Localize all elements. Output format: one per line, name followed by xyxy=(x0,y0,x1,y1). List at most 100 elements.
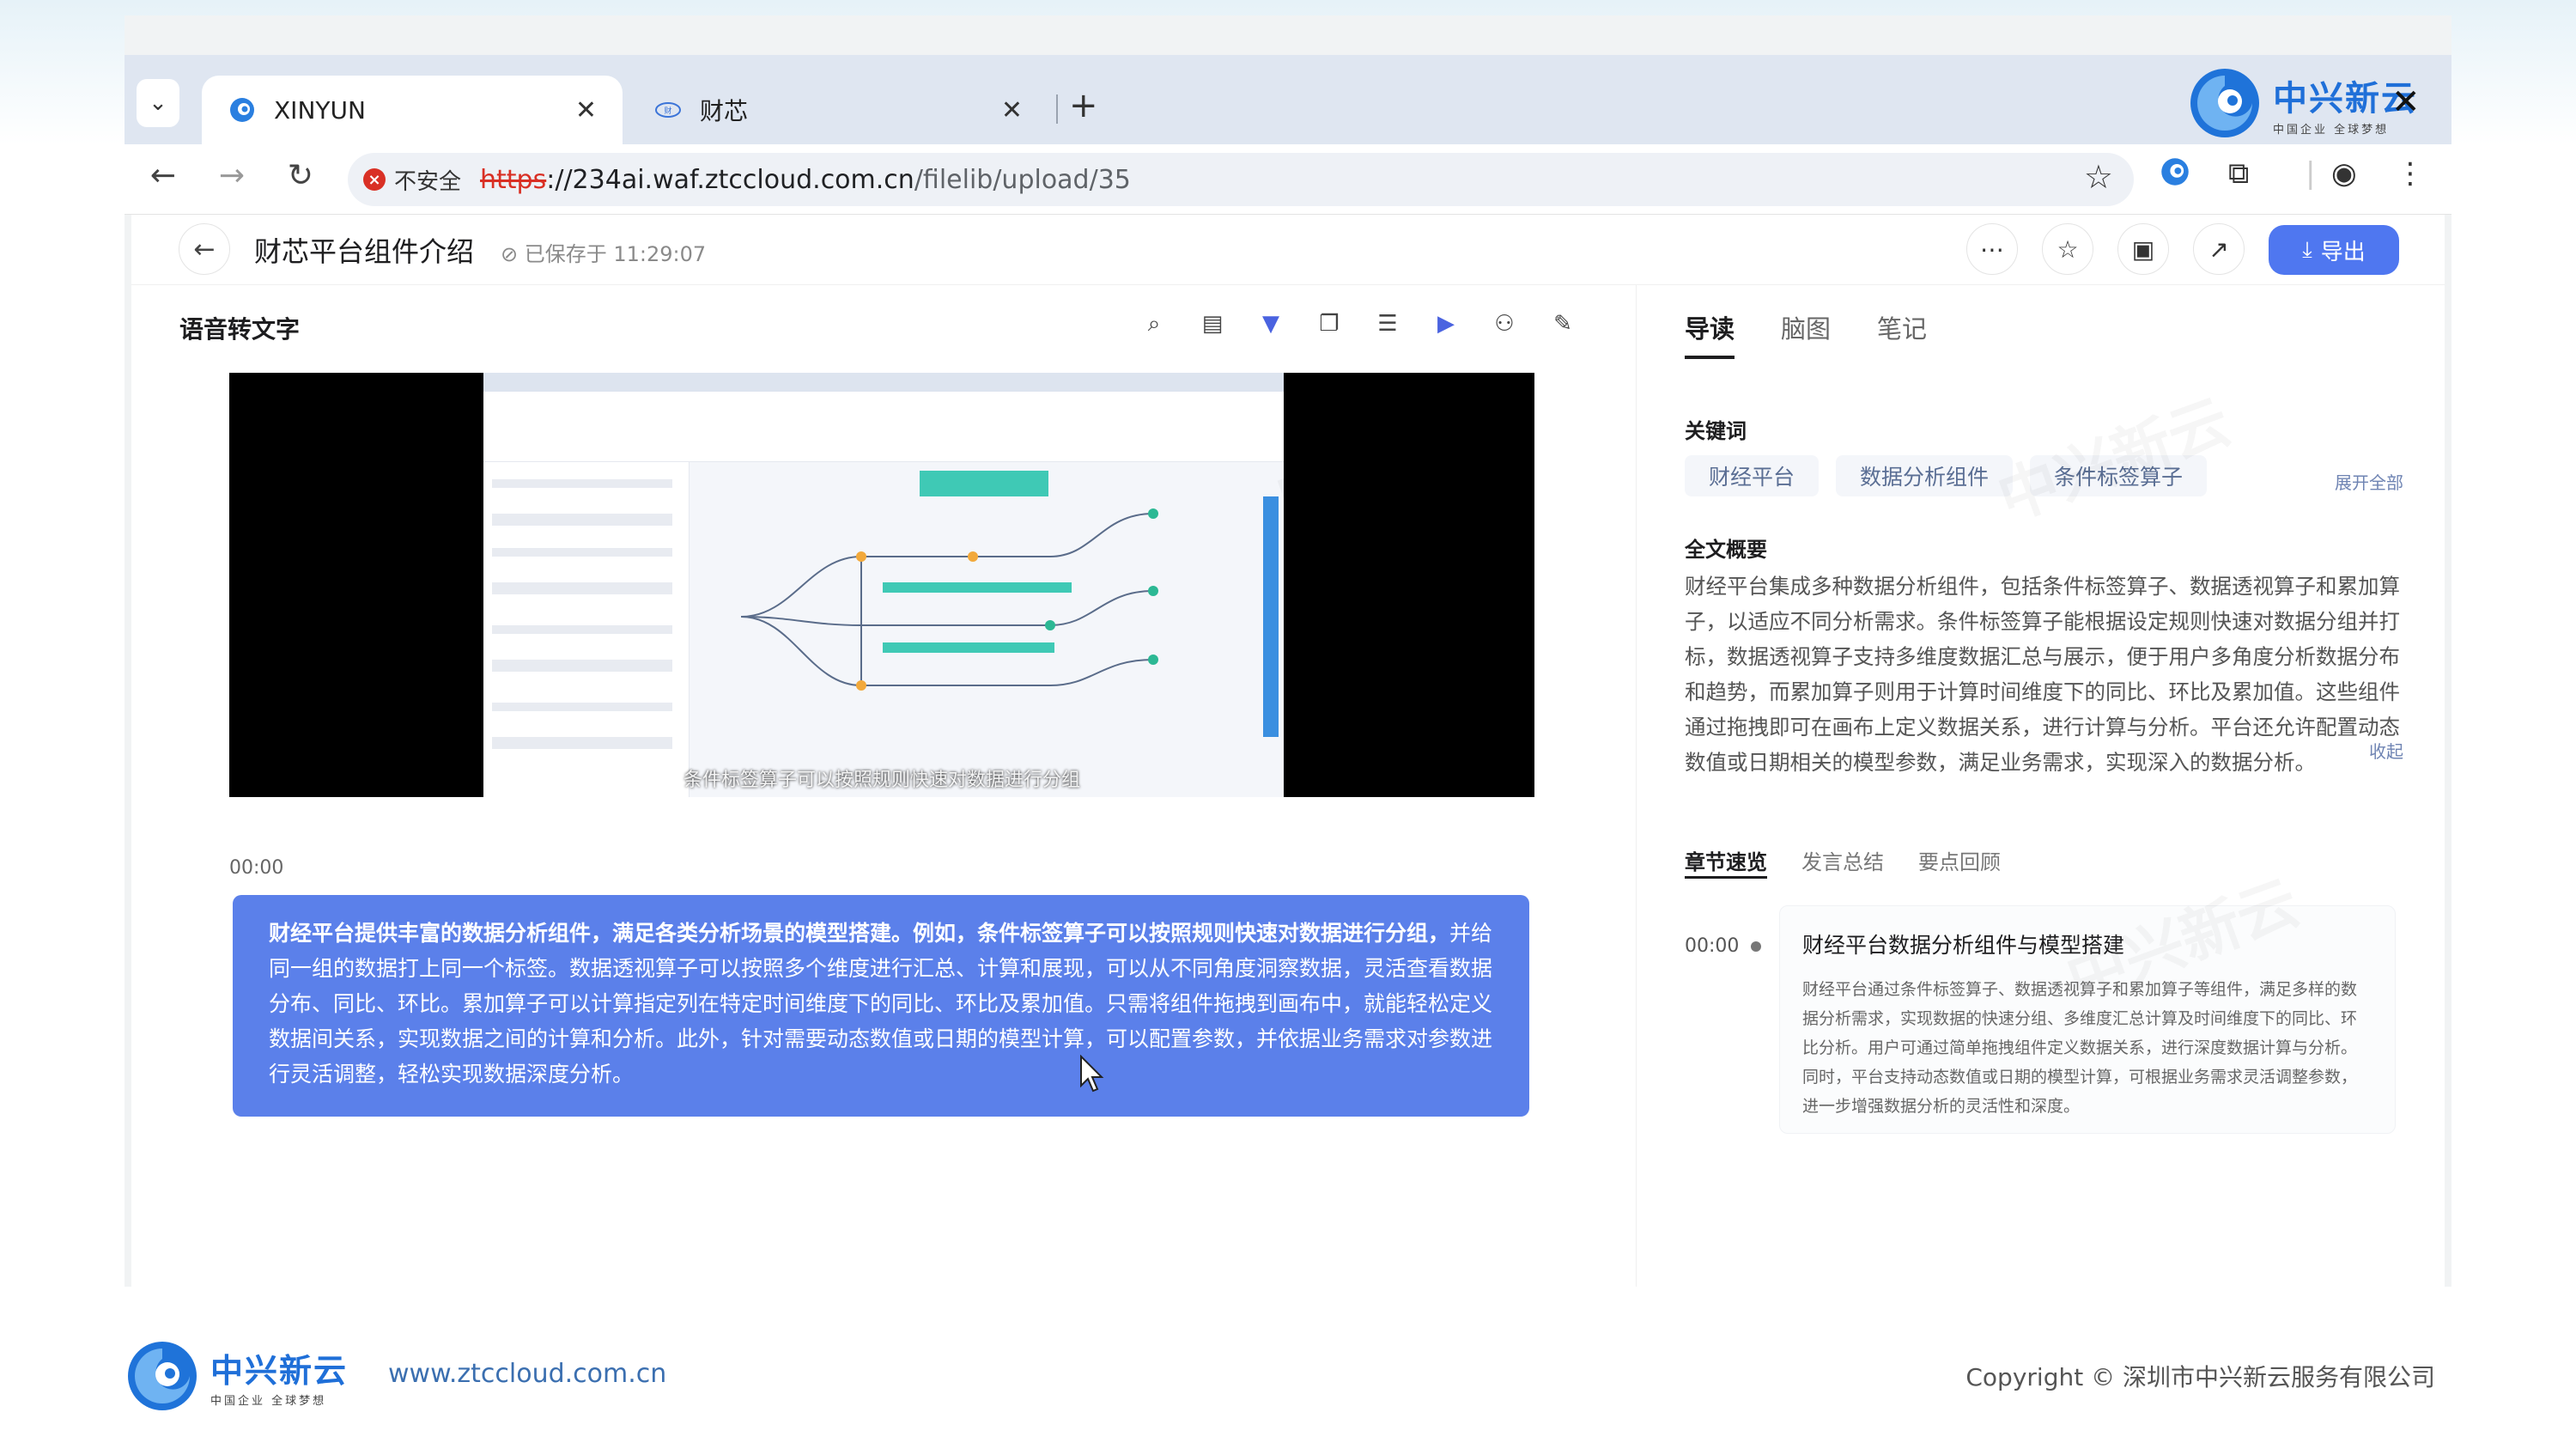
favorite-button[interactable]: ☆ xyxy=(2042,223,2093,275)
chapter-body: 财经平台通过条件标签算子、数据透视算子和累加算子等组件，满足多样的数据分析需求，… xyxy=(1802,980,2358,1116)
video-frame-flow-canvas xyxy=(690,462,1284,797)
url-omnibox[interactable]: × 不安全 https://234ai.waf.ztccloud.com.cn/… xyxy=(348,153,2134,206)
new-tab-plus-icon[interactable]: + xyxy=(1069,86,1098,125)
search-icon[interactable]: ⌕ xyxy=(1138,307,1170,340)
guide-panel: 导读 脑图 笔记 关键词 财经平台 数据分析组件 条件标签算子 展开全部 全文概… xyxy=(1636,285,2445,1287)
footer-brand-name: 中兴新云 xyxy=(210,1352,349,1390)
expand-all-link[interactable]: 展开全部 xyxy=(2335,469,2403,494)
brand-swirl-icon xyxy=(128,1342,197,1410)
forward-arrow-icon[interactable]: → xyxy=(210,158,253,193)
chapter-subtabs: 章节速览 发言总结 要点回顾 xyxy=(1685,845,2001,879)
subtab-key-points[interactable]: 要点回顾 xyxy=(1918,845,2001,875)
video-frame-toolbar xyxy=(483,412,1284,462)
tab-notes[interactable]: 笔记 xyxy=(1877,309,1927,345)
tab-title: 财芯 xyxy=(700,97,749,125)
url-host: ://234ai.waf.ztccloud.com.cn xyxy=(546,164,914,195)
transcript-paragraph[interactable]: 财经平台提供丰富的数据分析组件，满足各类分析场景的模型搭建。例如，条件标签算子可… xyxy=(233,895,1529,1117)
arrow-left-icon: ← xyxy=(193,234,216,265)
page-title: 财芯平台组件介绍 xyxy=(254,235,475,268)
panel-title: 语音转文字 xyxy=(179,315,301,344)
xinyun-favicon-icon xyxy=(228,95,257,125)
menu-dots-icon[interactable]: ⋮ xyxy=(2396,156,2425,191)
window-close-icon[interactable]: ✕ xyxy=(2391,82,2421,122)
share-icon: ↗ xyxy=(2208,234,2229,264)
close-icon[interactable]: ✕ xyxy=(1001,95,1023,125)
tab-title: XINYUN xyxy=(274,95,366,125)
save-button[interactable]: ▣ xyxy=(2117,223,2169,275)
footer-website-link[interactable]: www.ztccloud.com.cn xyxy=(388,1359,666,1389)
video-player[interactable]: 条件标签算子可以按照规则快速对数据进行分组 xyxy=(229,373,1534,797)
save-status-text: 已保存于 11:29:07 xyxy=(524,242,707,266)
keyword-chip[interactable]: 数据分析组件 xyxy=(1836,455,2014,496)
url-path: /filelib/upload/35 xyxy=(914,164,1131,195)
close-icon[interactable]: ✕ xyxy=(575,95,597,125)
tab-guide[interactable]: 导读 xyxy=(1685,309,1735,359)
footer-copyright: Copyright © 深圳市中兴新云服务有限公司 xyxy=(1965,1363,2435,1391)
divider: | xyxy=(2306,156,2316,191)
transcript-timestamp[interactable]: 00:00 xyxy=(229,857,283,879)
video-frame-screenshot xyxy=(483,373,1284,797)
tab-xinyun[interactable]: XINYUN ✕ xyxy=(202,76,623,144)
security-indicator[interactable]: × 不安全 xyxy=(363,164,480,196)
tab-caixin[interactable]: 财 财芯 ✕ xyxy=(628,76,1048,144)
subtab-speaker-summary[interactable]: 发言总结 xyxy=(1801,845,1884,875)
transcript-highlight: 财经平台提供丰富的数据分析组件，满足各类分析场景的模型搭建。例如，条件标签算子可… xyxy=(269,921,1450,946)
footer-logo: 中兴新云 中国企业 全球梦想 xyxy=(123,1336,348,1416)
list-icon[interactable]: ☰ xyxy=(1371,307,1404,340)
browser-window: ⌄ XINYUN ✕ 财 财芯 ✕ + 中兴新云 中国企业 全球梦想 ✕ ← →… xyxy=(125,15,2451,1287)
svg-text:财: 财 xyxy=(664,106,671,116)
video-icon[interactable]: ▶ xyxy=(1430,307,1462,340)
speaker-icon[interactable]: ⚇ xyxy=(1488,307,1521,340)
url-text[interactable]: https://234ai.waf.ztccloud.com.cn/fileli… xyxy=(480,165,1131,195)
share-button[interactable]: ↗ xyxy=(2193,223,2245,275)
timeline-dot-icon xyxy=(1751,941,1762,952)
check-circle-icon: ⊘ xyxy=(501,242,519,266)
chevron-down-icon: ⌄ xyxy=(149,90,167,116)
chapter-time-text: 00:00 xyxy=(1685,935,1740,957)
guide-tabs: 导读 脑图 笔记 xyxy=(1685,309,1927,359)
video-caption: 条件标签算子可以按照规则快速对数据进行分组 xyxy=(683,770,1080,791)
chapter-timestamp[interactable]: 00:00 xyxy=(1685,935,1762,957)
keyword-chip[interactable]: 财经平台 xyxy=(1685,455,1820,496)
footer-brand-tagline: 中国企业 全球梦想 xyxy=(210,1395,327,1408)
copy-icon[interactable]: ❐ xyxy=(1313,307,1346,340)
brand-logo: 中兴新云 中国企业 全球梦想 xyxy=(2185,64,2417,143)
reload-icon[interactable]: ↻ xyxy=(279,158,322,193)
summary-text: 财经平台集成多种数据分析组件，包括条件标签算子、数据透视算子和累加算子，以适应不… xyxy=(1685,574,2400,775)
xinyun-extension-icon[interactable] xyxy=(2160,156,2190,195)
tab-search-button[interactable]: ⌄ xyxy=(137,79,179,127)
export-button[interactable]: ⤓ 导出 xyxy=(2269,225,2399,275)
keyword-list: 财经平台 数据分析组件 条件标签算子 xyxy=(1685,455,2208,496)
collapse-link[interactable]: 收起 xyxy=(2369,738,2403,763)
filter-icon[interactable]: ▼ xyxy=(1255,307,1287,340)
security-label: 不安全 xyxy=(394,168,462,195)
edit-pen-icon[interactable]: ✎ xyxy=(1546,307,1579,340)
bookmark-star-icon[interactable]: ☆ xyxy=(2084,158,2113,196)
app-page: ← 财芯平台组件介绍 ⊘ 已保存于 11:29:07 ⋯ ☆ ▣ ↗ ⤓ 导出 … xyxy=(131,215,2445,1287)
brand-swirl-icon xyxy=(2190,69,2259,137)
address-bar: ← → ↻ × 不安全 https://234ai.waf.ztccloud.c… xyxy=(125,144,2451,215)
url-scheme: https xyxy=(480,164,547,195)
video-frame-addressbar xyxy=(483,392,1284,412)
doc-header: ← 财芯平台组件介绍 ⊘ 已保存于 11:29:07 ⋯ ☆ ▣ ↗ ⤓ 导出 xyxy=(131,215,2445,285)
more-button[interactable]: ⋯ xyxy=(1966,223,2018,275)
chapter-card[interactable]: 财经平台数据分析组件与模型搭建 财经平台通过条件标签算子、数据透视算子和累加算子… xyxy=(1779,905,2396,1134)
brand-tagline: 中国企业 全球梦想 xyxy=(2273,123,2390,137)
back-button[interactable]: ← xyxy=(179,223,230,275)
subtab-chapter-overview[interactable]: 章节速览 xyxy=(1685,845,1767,879)
extensions-puzzle-icon[interactable]: ⧉ xyxy=(2228,156,2249,191)
transcript-toolbar: ⌕ ▤ ▼ ❐ ☰ ▶ ⚇ ✎ xyxy=(1138,307,1579,340)
back-arrow-icon[interactable]: ← xyxy=(142,158,185,193)
save-status: ⊘ 已保存于 11:29:07 xyxy=(501,237,706,267)
mouse-cursor-icon xyxy=(1079,1054,1105,1096)
keywords-heading: 关键词 xyxy=(1685,419,1747,443)
profile-icon[interactable]: ◉ xyxy=(2331,156,2357,191)
more-dots-icon: ⋯ xyxy=(1980,234,2004,264)
transcript-panel: 语音转文字 ⌕ ▤ ▼ ❐ ☰ ▶ ⚇ ✎ 条件标签算子可以按照规则快速对数据进… xyxy=(131,285,1636,1287)
keyword-chip[interactable]: 条件标签算子 xyxy=(2030,455,2208,496)
export-label: 导出 xyxy=(2320,239,2366,265)
tab-mindmap[interactable]: 脑图 xyxy=(1781,309,1831,345)
document-icon[interactable]: ▤ xyxy=(1196,307,1229,340)
star-icon: ☆ xyxy=(2057,234,2079,264)
summary-heading: 全文概要 xyxy=(1685,538,1767,562)
